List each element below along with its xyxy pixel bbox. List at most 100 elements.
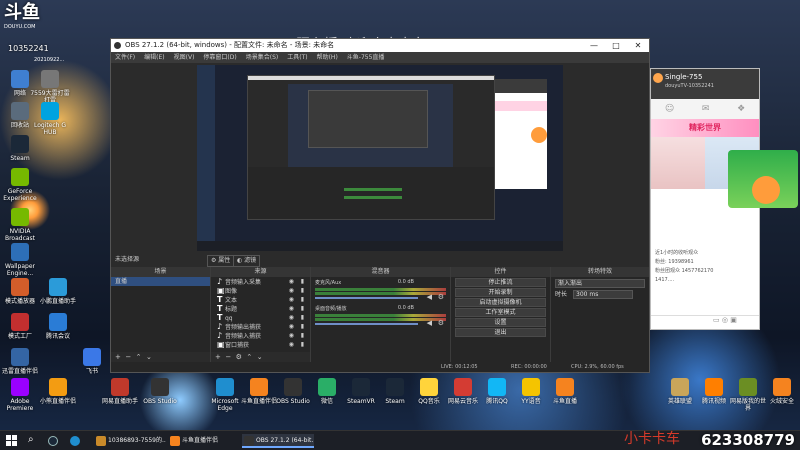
lock-icon[interactable]: ▮ <box>301 277 304 286</box>
chat-icon[interactable]: ✉ <box>702 104 710 114</box>
desktop-icon[interactable]: Steam <box>0 135 40 162</box>
desktop-icon[interactable]: 火绒安全 <box>762 378 800 405</box>
move-up-icon[interactable]: ⌃ <box>136 353 142 361</box>
source-item[interactable]: T 标题 ◉ ▮ <box>211 304 310 313</box>
gear-icon[interactable]: ⚙ <box>438 293 444 301</box>
desktop-icon[interactable]: 迅雷直播伴侣 <box>0 348 40 375</box>
eye-icon[interactable]: ◉ <box>289 331 294 340</box>
settings-icon[interactable]: ◎ <box>722 316 728 324</box>
props-button-label: 属性 <box>218 257 231 264</box>
minimize-button[interactable]: — <box>583 39 605 52</box>
control-button[interactable]: 设置 <box>455 318 546 327</box>
control-button[interactable]: 启动虚拟摄像机 <box>455 298 546 307</box>
desktop-icon[interactable]: Wallpaper Engine... <box>0 243 40 277</box>
eye-icon[interactable]: ◉ <box>289 322 294 331</box>
move-down-icon[interactable]: ⌄ <box>257 353 263 361</box>
source-item[interactable]: T 文本 ◉ ▮ <box>211 295 310 304</box>
lock-icon[interactable]: ▮ <box>301 304 304 313</box>
source-item[interactable]: ▣图像 ◉ ▮ <box>211 286 310 295</box>
speaker-icon[interactable]: ◀ <box>427 293 432 301</box>
maximize-button[interactable]: □ <box>605 39 627 52</box>
desktop-icon[interactable]: 飞书 <box>72 348 112 375</box>
volume-slider[interactable]: ◀ ⚙ <box>315 293 444 301</box>
control-button[interactable]: 工作室模式 <box>455 308 546 317</box>
props-button[interactable]: ⚙ 属性 <box>207 255 235 267</box>
speaker-icon[interactable]: ◀ <box>427 319 432 327</box>
scene-item[interactable]: 直播 <box>111 277 210 286</box>
obs-window[interactable]: OBS 27.1.2 (64-bit, windows) - 配置文件: 未命名… <box>110 38 650 373</box>
menu-item[interactable]: 帮助(H) <box>317 54 338 61</box>
gear-icon[interactable]: ⚙ <box>438 319 444 327</box>
source-item[interactable]: ♪ 音频输出捕获 ◉ ▮ <box>211 322 310 331</box>
menu-item[interactable]: 工具(T) <box>287 54 307 61</box>
search-icon[interactable]: ⌕ <box>28 434 34 445</box>
desktop-icon[interactable]: 小熊直播伴侣 <box>38 378 78 405</box>
taskbar-window[interactable]: OBS 27.1.2 (64-bit... <box>242 434 314 448</box>
video-icon[interactable]: ▭ <box>713 316 720 324</box>
obs-preview[interactable] <box>197 65 563 251</box>
desktop-icon[interactable]: 网易直播助手 <box>100 378 140 405</box>
source-label: 音频输入采集 <box>225 279 262 286</box>
eye-icon[interactable]: ◉ <box>289 295 294 304</box>
desktop-icon[interactable]: OBS Studio <box>140 378 180 405</box>
menu-item[interactable]: 文件(F) <box>115 54 135 61</box>
transition-select[interactable]: 渐入渐出 <box>555 279 645 288</box>
source-item[interactable]: ♪ 音频输入采集 ◉ ▮ <box>211 277 310 286</box>
desktop-icon[interactable]: 模式工厂 <box>0 313 40 340</box>
desktop-icon[interactable]: Adobe Premiere <box>0 378 40 412</box>
menu-item[interactable]: 编辑(E) <box>144 54 164 61</box>
steam-icon[interactable] <box>48 436 58 446</box>
user-icon[interactable]: ☺ <box>665 104 674 114</box>
control-button[interactable]: 停止推流 <box>455 278 546 287</box>
duration-input[interactable]: 300 ms <box>573 290 633 299</box>
source-item[interactable]: ♪ 音频输入捕获 ◉ ▮ <box>211 331 310 340</box>
eye-icon[interactable]: ◉ <box>289 340 294 349</box>
lock-icon[interactable]: ▮ <box>301 340 304 349</box>
eye-icon[interactable]: ◉ <box>289 286 294 295</box>
add-source-button[interactable]: + <box>215 353 221 361</box>
remove-scene-button[interactable]: − <box>125 353 131 361</box>
source-item[interactable]: Tqq ◉ ▮ <box>211 313 310 322</box>
desktop-icon[interactable]: 小鹏直播助手 <box>38 278 78 305</box>
gift-icon[interactable]: ❖ <box>737 104 745 114</box>
menu-item[interactable]: 视图(V) <box>174 54 195 61</box>
add-scene-button[interactable]: + <box>115 353 121 361</box>
desktop-icon[interactable]: 腾讯会议 <box>38 313 78 340</box>
move-up-icon[interactable]: ⌃ <box>246 353 252 361</box>
volume-slider[interactable]: ◀ ⚙ <box>315 319 444 327</box>
eye-icon[interactable]: ◉ <box>289 313 294 322</box>
remove-source-button[interactable]: − <box>225 353 231 361</box>
desktop-icon[interactable]: 模式播放器 <box>0 278 40 305</box>
start-icon[interactable] <box>6 435 17 446</box>
close-button[interactable]: ✕ <box>627 39 649 52</box>
menu-item[interactable]: 停靠窗口(D) <box>203 54 236 61</box>
screen-icon[interactable]: ▣ <box>730 316 737 324</box>
source-item[interactable]: ▣窗口捕获 ◉ ▮ <box>211 340 310 349</box>
eye-icon[interactable]: ◉ <box>289 304 294 313</box>
desktop-icon[interactable]: Logitech G HUB <box>30 102 70 136</box>
obs-title-bar[interactable]: OBS 27.1.2 (64-bit, windows) - 配置文件: 未命名… <box>111 39 649 52</box>
lock-icon[interactable]: ▮ <box>301 313 304 322</box>
lock-icon[interactable]: ▮ <box>301 286 304 295</box>
taskbar-window[interactable]: 斗鱼直播伴侣 <box>168 434 240 448</box>
lock-icon[interactable]: ▮ <box>301 295 304 304</box>
control-button[interactable]: 开始录制 <box>455 288 546 297</box>
desktop-icon[interactable]: 7559大雷打雷打雷 <box>30 70 70 104</box>
control-button[interactable]: 退出 <box>455 328 546 337</box>
menu-item[interactable]: 场景集合(S) <box>246 54 279 61</box>
promo-banner[interactable]: 精彩世界 <box>651 119 759 137</box>
desktop-icon[interactable]: NVIDIA Broadcast <box>0 208 40 242</box>
menu-item[interactable]: 斗鱼-755直播 <box>347 54 385 61</box>
edge-icon[interactable] <box>70 436 80 446</box>
mixer-channel-db: 0.0 dB <box>397 279 414 285</box>
desktop-icon[interactable]: 斗鱼直播 <box>545 378 585 405</box>
source-settings-icon[interactable]: ⚙ <box>236 353 242 361</box>
eye-icon[interactable]: ◉ <box>289 277 294 286</box>
lock-icon[interactable]: ▮ <box>301 331 304 340</box>
chat-input-bar[interactable]: ▭ ◎ ▣ <box>651 315 759 329</box>
taskbar-window[interactable]: 10386893-7559的... <box>94 434 166 448</box>
lock-icon[interactable]: ▮ <box>301 322 304 331</box>
desktop-icon[interactable]: GeForce Experience <box>0 168 40 202</box>
filters-button[interactable]: ◐ 滤镜 <box>233 255 261 267</box>
move-down-icon[interactable]: ⌄ <box>146 353 152 361</box>
